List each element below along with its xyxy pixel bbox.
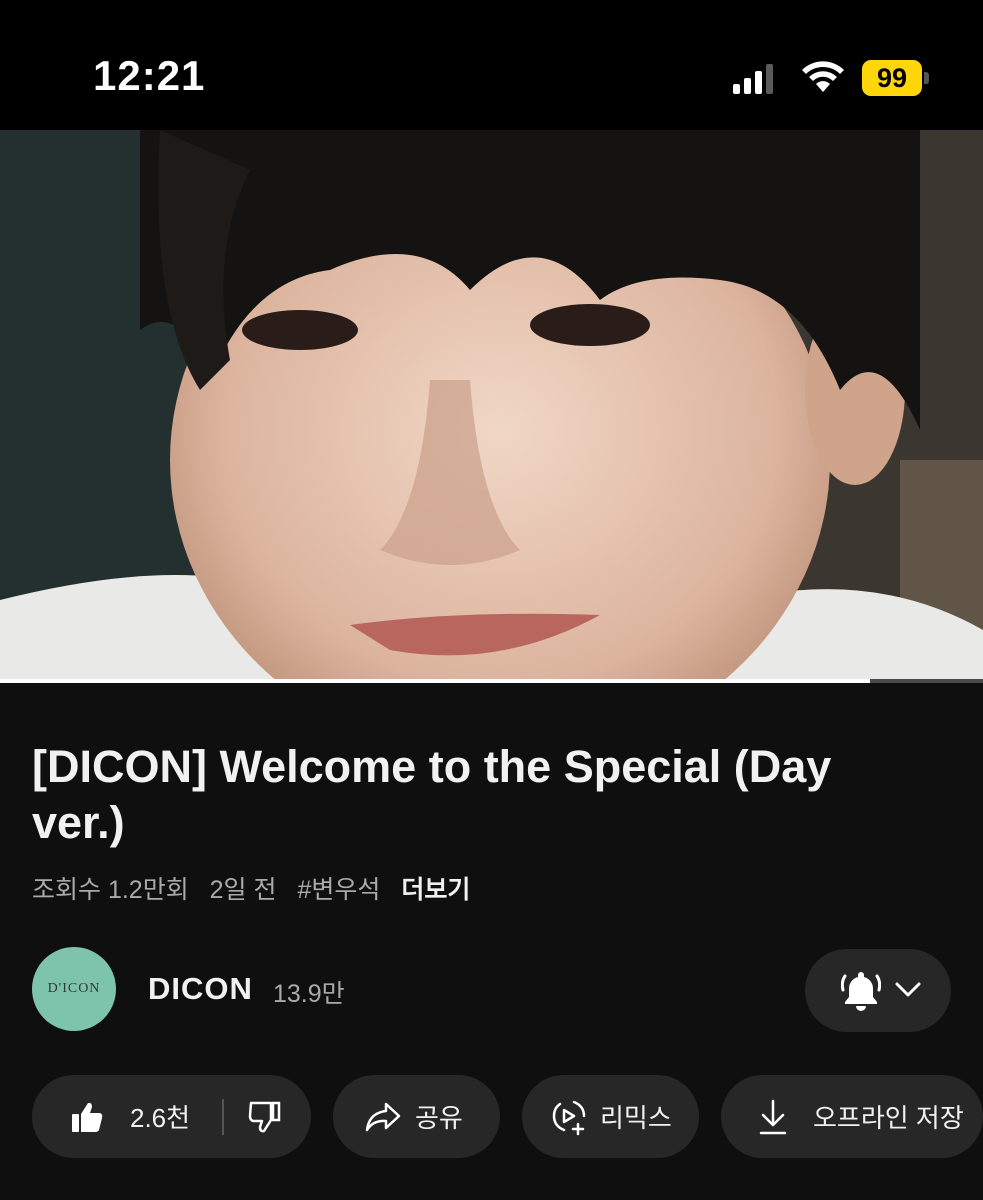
battery-level: 99 <box>862 60 922 96</box>
channel-avatar[interactable]: D'ICON <box>32 947 116 1031</box>
cellular-signal-icon <box>733 64 773 94</box>
remix-label: 리믹스 <box>600 1103 672 1133</box>
remix-icon <box>552 1100 586 1135</box>
video-meta[interactable]: 조회수 1.2만회 2일 전 #변우석 더보기 <box>32 870 484 906</box>
upload-age: 2일 전 <box>209 876 277 904</box>
avatar-logo-text: D'ICON <box>47 981 101 996</box>
status-time: 12:21 <box>93 52 206 99</box>
video-player[interactable] <box>0 130 983 683</box>
subscriber-count: 13.9만 <box>273 980 345 1008</box>
share-icon <box>365 1102 401 1131</box>
battery-cap <box>924 72 929 84</box>
chevron-down-icon <box>895 982 921 997</box>
battery-icon: 99 <box>862 60 930 96</box>
like-count: 2.6천 <box>130 1103 191 1133</box>
offline-label: 오프라인 저장 <box>813 1103 964 1133</box>
offline-save-button[interactable]: 오프라인 저장 <box>721 1075 983 1158</box>
share-button[interactable]: 공유 <box>333 1075 500 1158</box>
like-button[interactable] <box>70 1100 104 1134</box>
share-label: 공유 <box>415 1103 463 1133</box>
dislike-button[interactable] <box>248 1100 282 1134</box>
bell-icon <box>841 972 881 1011</box>
like-dislike-group: 2.6천 <box>32 1075 311 1158</box>
like-divider <box>222 1098 224 1135</box>
hashtag-link[interactable]: #변우석 <box>297 876 380 904</box>
more-link[interactable]: 더보기 <box>401 876 470 904</box>
video-title: [DICON] Welcome to the Special (Day ver.… <box>32 741 832 848</box>
view-count: 조회수 1.2만회 <box>32 876 189 904</box>
video-frame <box>0 130 983 683</box>
download-icon <box>759 1099 787 1134</box>
wifi-icon <box>802 61 844 92</box>
status-bar: 12:21 99 <box>0 0 983 130</box>
remix-button[interactable]: 리믹스 <box>522 1075 699 1158</box>
channel-name[interactable]: DICON <box>148 971 253 1007</box>
subscription-notification-button[interactable] <box>805 949 951 1032</box>
